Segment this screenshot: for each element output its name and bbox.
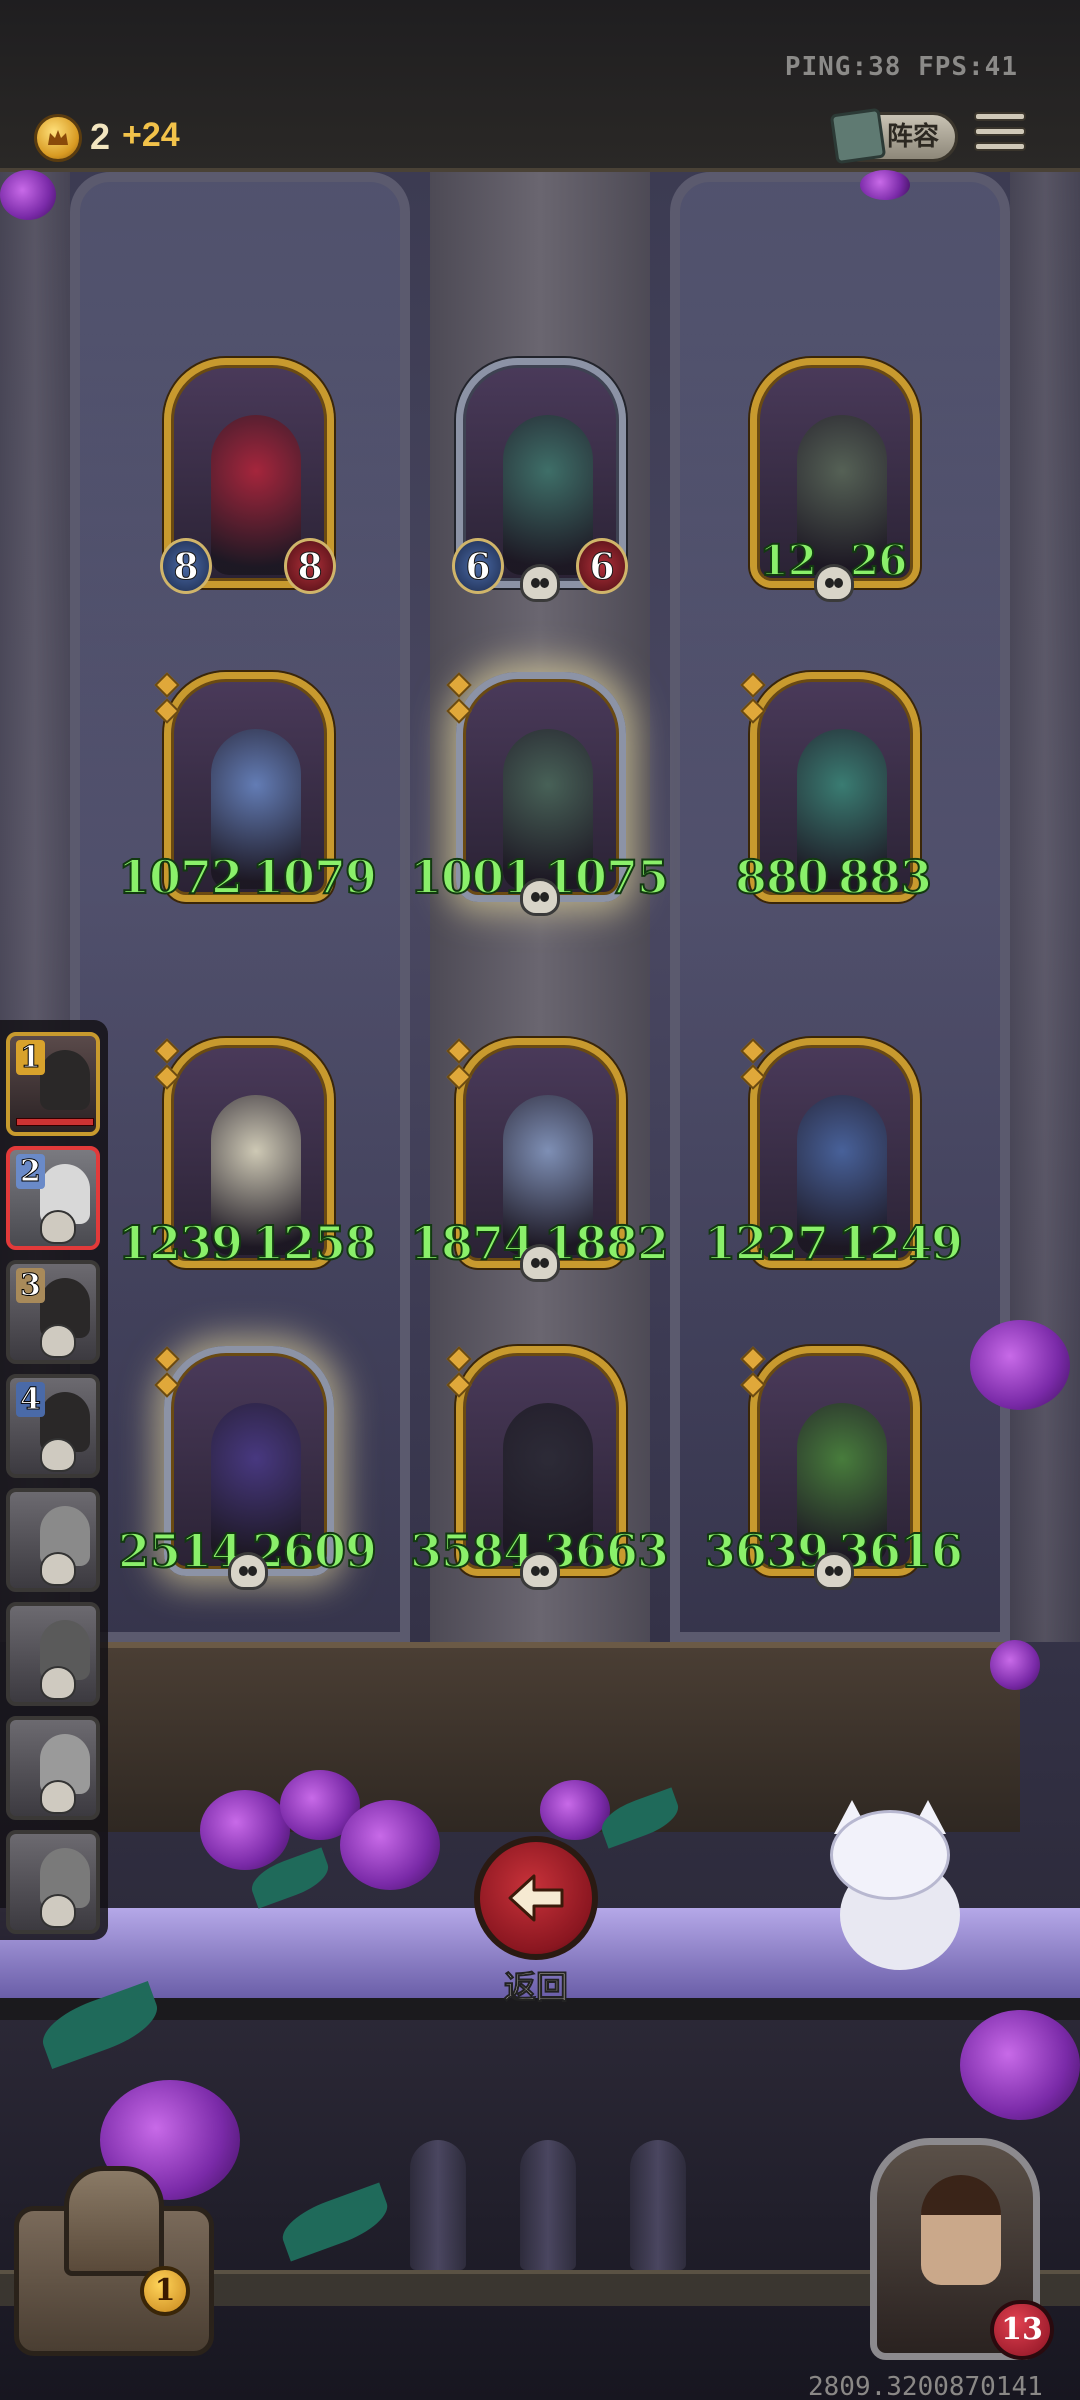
roster-slot-2[interactable]: 2 [6,1146,100,1250]
unit-health: 1258 [251,1215,378,1271]
unit-attack: 3584 [409,1523,536,1579]
unit-card[interactable]: 1001 1075 [409,672,670,916]
back-label: 返回 [503,1968,568,2007]
hero-face [921,2175,1001,2285]
unit-card[interactable]: 1072 1079 [117,672,378,912]
unit-attack: 12 [759,535,818,586]
unit-attack: 6 [452,538,504,594]
rose-decoration [970,1320,1070,1410]
roster-slot-8[interactable] [6,1830,100,1934]
unit-health: 883 [837,849,933,905]
unit-attack: 3639 [703,1523,830,1579]
roster-slot-3[interactable]: 3 [6,1260,100,1364]
unit-attack: 1072 [117,849,244,905]
unit-card[interactable]: 66 [452,358,628,602]
rose-decoration [200,1790,290,1870]
skull-icon [520,1244,560,1282]
baluster [520,2140,576,2270]
unit-card[interactable]: 880 883 [734,672,933,912]
roster-slot-7[interactable] [6,1716,100,1820]
roster-slot-1[interactable]: 1 [6,1032,100,1136]
unit-attack: 2514 [117,1523,244,1579]
build-id: 2809.3200870141 [808,2372,1043,2400]
skull-icon [40,1666,76,1700]
rose-decoration [340,1800,440,1890]
unit-card[interactable]: 1227 1249 [703,1038,964,1278]
roster-rank: 3 [16,1268,45,1304]
skull-icon [520,1552,560,1590]
skull-icon [40,1894,76,1928]
roster-slot-5[interactable] [6,1488,100,1592]
roster-rank: 2 [16,1154,45,1190]
rose-decoration [990,1640,1040,1690]
lineup-label: 阵容 [887,122,940,152]
cat-pet[interactable] [820,1800,990,1980]
rose-decoration [0,170,56,220]
gold-income: +24 [122,116,180,154]
unit-health: 8 [284,538,336,594]
unit-health: 1075 [543,849,670,905]
unit-card[interactable]: 1874 1882 [409,1038,670,1282]
opponent-roster: 1 2 3 4 [0,1020,108,1940]
skull-icon [520,878,560,916]
rose-decoration [540,1780,610,1840]
hero-health-heart: 13 [990,2300,1054,2360]
unit-card[interactable]: 12 26 [746,358,920,602]
unit-health: 26 [849,535,908,586]
unit-card[interactable]: 1239 1258 [117,1038,378,1278]
unit-card[interactable]: 2514 2609 [117,1346,378,1590]
arrow-left-icon [508,1874,564,1922]
roster-rank: 1 [16,1040,45,1076]
gold-amount: 2 [90,116,111,157]
unit-health: 1249 [837,1215,964,1271]
side-pillar-right [1010,172,1080,1642]
skull-icon [228,1552,268,1590]
gold-coin-icon [34,114,82,162]
unit-health: 2609 [251,1523,378,1579]
skull-icon [40,1324,76,1358]
treasure-chest[interactable]: 1 [14,2166,214,2362]
ping-fps-readout: PING:38 FPS:41 [784,52,1018,82]
health-bar [16,1118,94,1126]
unit-health: 3663 [543,1523,670,1579]
unit-attack: 1874 [409,1215,536,1271]
roster-slot-4[interactable]: 4 [6,1374,100,1478]
unit-health: 6 [576,538,628,594]
rose-decoration [860,170,910,200]
top-bar: PING:38 FPS:41 2 +24 阵容 [0,0,1080,172]
skull-icon [40,1438,76,1472]
player-avatar [40,1050,90,1110]
baluster [630,2140,686,2270]
back-button[interactable] [474,1836,598,1960]
unit-attack: 1239 [117,1215,244,1271]
unit-attack: 1001 [409,849,536,905]
unit-health: 1882 [543,1215,670,1271]
book-icon [829,107,887,165]
roster-slot-6[interactable] [6,1602,100,1706]
skull-icon [520,564,560,602]
skull-icon [814,564,854,602]
unit-health: 1079 [251,849,378,905]
unit-card[interactable]: 88 [160,358,336,598]
unit-attack: 1227 [703,1215,830,1271]
unit-attack: 880 [734,849,830,905]
skull-icon [814,1552,854,1590]
chest-count-badge: 1 [140,2266,190,2316]
skull-icon [40,1552,76,1586]
unit-card[interactable]: 3584 3663 [409,1346,670,1590]
unit-card[interactable]: 3639 3616 [703,1346,964,1590]
roster-rank: 4 [16,1382,45,1418]
skull-icon [40,1780,76,1814]
unit-health: 3616 [837,1523,964,1579]
skull-icon [40,1210,76,1244]
lineup-button[interactable]: 阵容 [829,107,958,165]
hamburger-menu-icon[interactable] [974,112,1026,158]
unit-attack: 8 [160,538,212,594]
rose-decoration [960,2010,1080,2120]
baluster [410,2140,466,2270]
